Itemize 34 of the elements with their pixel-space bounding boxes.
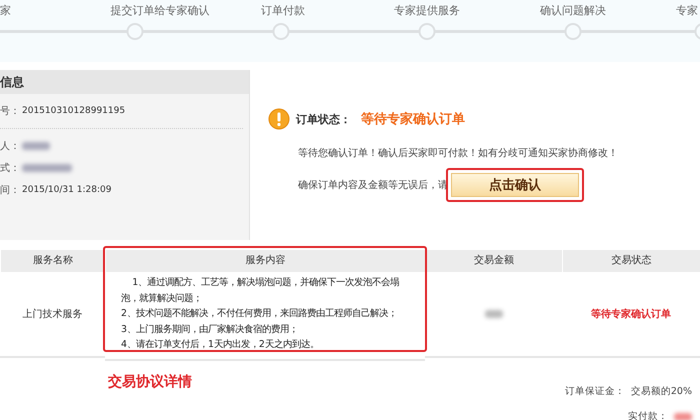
step-label: 确认问题解决 [540, 3, 606, 18]
step-label: 订单付款 [261, 3, 305, 18]
column-header: 交易状态 [562, 250, 700, 272]
column-header: 服务名称 [0, 250, 105, 272]
field-label: 式： [0, 162, 21, 175]
field-label: 间： [0, 184, 21, 197]
confirm-button[interactable]: 点击确认 [451, 173, 579, 197]
redacted-value [674, 412, 692, 420]
step-label: 家 [0, 3, 11, 18]
confirm-prompt: 确保订单内容及金额等无误后，请 [298, 178, 448, 192]
deposit-label: 订单保证金： [564, 385, 625, 398]
column-header: 服务内容 [105, 250, 425, 272]
status-label: 订单状态： [296, 112, 351, 126]
step-label: 专家提供服务 [394, 3, 460, 18]
field-label: 号： [0, 105, 21, 118]
status-message: 等待您确认订单！确认后买家即可付款！如有分歧可通知买家协商修改！ [298, 146, 619, 160]
service-content: 1、通过调配方、工艺等，解决塌泡问题，并确保下一次发泡不会塌泡，就算解决问题； 2、技术问题不能解决，不付任何费用，来回路费由工程师自己解决； 3、上门服务期间，由厂家解决食宿的费用； 4、请在订单支付后，1天内出发，2天之内到达。 [105, 272, 425, 361]
table-cell: 上门技术服务 [0, 272, 105, 358]
deposit-value: 交易额的20% [630, 385, 692, 398]
table-cell: 等待专家确认订单 [562, 272, 700, 358]
field-value: 2015/10/31 1:28:09 [22, 185, 112, 195]
paid-label: 实付款： [628, 410, 668, 420]
step-label: 专家 [676, 3, 698, 18]
agreement-link[interactable]: 交易协议详情 [108, 369, 565, 420]
redacted-value [484, 310, 502, 318]
column-header: 交易金额 [425, 250, 562, 272]
step-label: 提交订单给专家确认 [110, 3, 210, 18]
field-value: 201510310128991195 [22, 106, 126, 116]
status-value: 等待专家确认订单 [361, 110, 465, 128]
redacted-value [22, 164, 72, 172]
warning-icon [268, 108, 290, 130]
panel-title: 信息 [0, 70, 249, 94]
field-label: 人： [0, 140, 21, 153]
redacted-value [22, 142, 50, 150]
